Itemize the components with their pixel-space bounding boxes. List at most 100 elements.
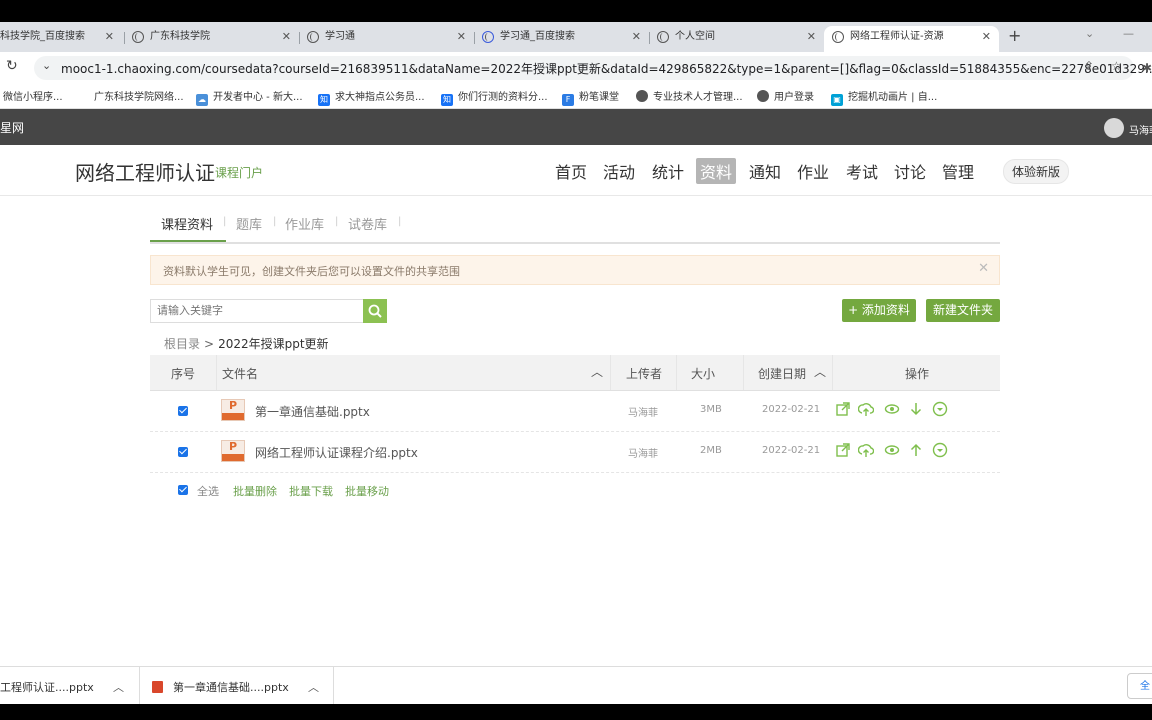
select-all-label[interactable]: 全选 xyxy=(197,483,219,499)
pdf-file-icon xyxy=(152,681,163,693)
tab-xuexitong[interactable]: 学习通 ✕ xyxy=(299,26,474,52)
arrow-up-icon[interactable] xyxy=(908,442,924,458)
star-icon[interactable]: ☆ xyxy=(1111,59,1122,73)
col-filename[interactable]: 文件名 xyxy=(222,365,258,382)
tab-active-resources[interactable]: 网络工程师认证-资源 ✕ xyxy=(824,26,999,52)
tab-baidu-xxt[interactable]: 学习通_百度搜索 ✕ xyxy=(474,26,649,52)
chevron-up-icon[interactable]: ︿ xyxy=(113,679,124,695)
download-item[interactable]: 工程师认证....pptx xyxy=(0,679,94,695)
reload-icon[interactable]: ↻ xyxy=(6,58,18,74)
nav-activity[interactable]: 活动 xyxy=(599,158,639,184)
minimize-icon[interactable]: — xyxy=(1123,27,1134,40)
course-title[interactable]: 网络工程师认证 xyxy=(75,157,215,186)
close-icon[interactable]: ✕ xyxy=(807,26,816,48)
tab-label: 学习通 xyxy=(325,31,355,42)
share-icon[interactable]: ⇪ xyxy=(1084,59,1094,73)
avatar[interactable] xyxy=(1104,118,1124,138)
address-row: ↻ ⌄ mooc1-1.chaoxing.com/coursedata?cour… xyxy=(0,52,1152,84)
bookmark-item[interactable]: 知你们行测的资料分... xyxy=(441,88,548,106)
globe-icon xyxy=(657,31,669,43)
select-all-checkbox[interactable] xyxy=(178,485,188,495)
chevron-up-icon[interactable]: ︿ xyxy=(308,679,319,695)
close-icon[interactable]: ✕ xyxy=(978,261,989,276)
batch-download-link[interactable]: 批量下载 xyxy=(289,483,333,499)
file-size: 3MB xyxy=(700,404,722,415)
nav-resources[interactable]: 资料 xyxy=(696,158,737,184)
close-icon[interactable]: ✕ xyxy=(282,26,291,48)
table-row: P 第一章通信基础.pptx 马海菲 3MB 2022-02-21 xyxy=(150,391,1000,432)
bookmark-item[interactable]: 广东科技学院网络... xyxy=(94,88,184,103)
open-external-icon[interactable] xyxy=(835,442,851,458)
arrow-down-icon[interactable] xyxy=(908,401,924,417)
address-bar[interactable]: ⌄ mooc1-1.chaoxing.com/coursedata?course… xyxy=(34,56,1152,80)
subtab-course-materials[interactable]: 课程资料 xyxy=(161,214,213,233)
close-icon[interactable]: ✕ xyxy=(105,26,114,48)
close-icon[interactable]: ✕ xyxy=(457,26,466,48)
cloud-upload-icon[interactable] xyxy=(858,401,874,417)
nav-manage[interactable]: 管理 xyxy=(938,158,978,184)
chevron-down-icon[interactable]: ⌄ xyxy=(42,59,51,72)
cloud-upload-icon[interactable] xyxy=(858,442,874,458)
batch-delete-link[interactable]: 批量删除 xyxy=(233,483,277,499)
globe-icon xyxy=(132,31,144,43)
breadcrumb-root[interactable]: 根目录 xyxy=(164,337,200,351)
bookmark-item[interactable]: ▣ 挖掘机动画片 | 自... xyxy=(831,88,937,106)
sort-up-icon[interactable]: ︿ xyxy=(814,363,826,380)
tab-label: 网络工程师认证-资源 xyxy=(850,31,944,42)
new-tab-button[interactable]: + xyxy=(1008,26,1021,45)
file-name-link[interactable]: 网络工程师认证课程介绍.pptx xyxy=(255,444,418,461)
close-icon[interactable]: ✕ xyxy=(632,26,641,48)
bookmark-item[interactable]: ☁ 开发者中心 - 新大... xyxy=(196,88,303,106)
download-item[interactable]: 第一章通信基础....pptx xyxy=(152,679,289,695)
search-input[interactable] xyxy=(155,303,359,318)
row-checkbox[interactable] xyxy=(178,447,188,457)
nav-homework[interactable]: 作业 xyxy=(793,158,833,184)
extensions-icon[interactable]: ✱ xyxy=(1142,61,1152,75)
file-uploader: 马海菲 xyxy=(628,408,658,419)
bookmark-item[interactable]: F 粉笔课堂 xyxy=(562,88,619,106)
batch-operations: 全选 批量删除 批量下载 批量移动 xyxy=(150,482,1000,502)
file-name-link[interactable]: 第一章通信基础.pptx xyxy=(255,403,370,420)
tab-gdkj[interactable]: 广东科技学院 ✕ xyxy=(124,26,299,52)
try-new-version-button[interactable]: 体验新版 xyxy=(1003,159,1070,184)
nav-stats[interactable]: 统计 xyxy=(648,158,688,184)
bookmark-item[interactable]: 微信小程序... xyxy=(3,88,63,103)
fenbi-icon: F xyxy=(562,94,574,106)
add-material-button[interactable]: + 添加资料 xyxy=(842,299,916,322)
bilibili-icon: ▣ xyxy=(831,94,843,106)
nav-notice[interactable]: 通知 xyxy=(745,158,785,184)
breadcrumb-separator: > xyxy=(204,337,215,351)
tab-personal-space[interactable]: 个人空间 ✕ xyxy=(649,26,824,52)
show-all-downloads-button[interactable]: 全 xyxy=(1127,673,1152,699)
eye-icon[interactable] xyxy=(884,442,900,458)
sort-up-icon[interactable]: ︿ xyxy=(591,363,603,380)
user-name[interactable]: 马海菲 xyxy=(1129,122,1152,137)
bookmark-item[interactable]: 用户登录 xyxy=(757,88,814,103)
subtab-homework-bank[interactable]: 作业库 xyxy=(285,214,324,233)
more-dropdown-icon[interactable] xyxy=(932,442,948,458)
tab-search-icon[interactable]: ⌄ xyxy=(1085,27,1094,40)
more-dropdown-icon[interactable] xyxy=(932,401,948,417)
tab-label: 科技学院_百度搜索 xyxy=(0,31,85,42)
search-field[interactable] xyxy=(150,299,364,323)
new-folder-button[interactable]: 新建文件夹 xyxy=(926,299,1000,322)
row-checkbox[interactable] xyxy=(178,406,188,416)
bookmark-item[interactable]: 专业技术人才管理... xyxy=(636,88,743,103)
nav-exam[interactable]: 考试 xyxy=(842,158,882,184)
search-button[interactable] xyxy=(363,299,387,323)
bookmark-item[interactable]: 知求大神指点公务员... xyxy=(318,88,425,106)
paw-icon xyxy=(482,31,494,43)
bookmarks-bar: 微信小程序... 广东科技学院网络... ☁ 开发者中心 - 新大... 知求大神… xyxy=(0,84,1152,109)
batch-move-link[interactable]: 批量移动 xyxy=(345,483,389,499)
tab-baidu-keji[interactable]: 科技学院_百度搜索 ✕ xyxy=(0,26,122,52)
subtab-question-bank[interactable]: 题库 xyxy=(236,214,262,233)
nav-discussion[interactable]: 讨论 xyxy=(890,158,930,184)
subtab-paper-bank[interactable]: 试卷库 xyxy=(348,214,387,233)
eye-icon[interactable] xyxy=(884,401,900,417)
site-logo[interactable]: 星网 xyxy=(0,119,24,136)
nav-home[interactable]: 首页 xyxy=(551,158,591,184)
close-icon[interactable]: ✕ xyxy=(982,26,991,48)
course-portal-link[interactable]: 课程门户 xyxy=(215,164,263,181)
col-created-date[interactable]: 创建日期 xyxy=(758,365,806,382)
open-external-icon[interactable] xyxy=(835,401,851,417)
